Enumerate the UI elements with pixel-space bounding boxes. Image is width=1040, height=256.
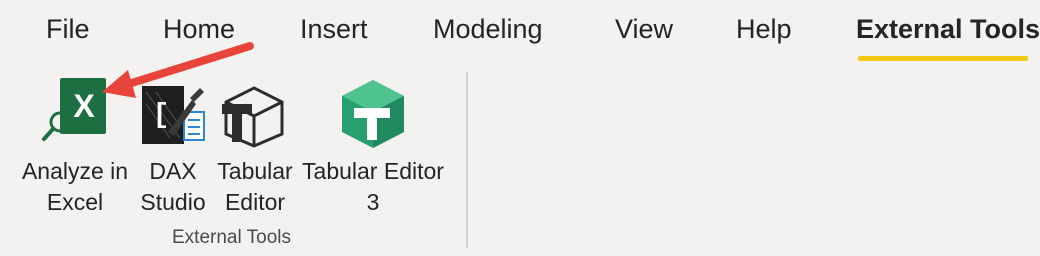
- analyze-in-excel-label: Analyze in Excel: [21, 158, 129, 215]
- tabular-editor-icon: [220, 84, 288, 153]
- tabular-editor-button[interactable]: Tabular Editor: [212, 76, 298, 216]
- tab-external-tools[interactable]: External Tools: [856, 14, 1040, 45]
- tab-view[interactable]: View: [615, 14, 673, 45]
- tab-home[interactable]: Home: [163, 14, 235, 45]
- tabular-editor-label: Tabular Editor: [217, 158, 293, 215]
- svg-text:X: X: [73, 88, 95, 124]
- tab-file[interactable]: File: [46, 14, 90, 45]
- ribbon-group-label: External Tools: [172, 227, 291, 248]
- svg-text:[: [: [153, 100, 170, 131]
- tab-insert[interactable]: Insert: [300, 14, 368, 45]
- tabular-editor-3-button[interactable]: Tabular Editor 3: [298, 76, 448, 216]
- external-tools-ribbon: X Analyze in Excel [ DAX Studio Tabular …: [0, 64, 1040, 256]
- dax-studio-button[interactable]: [ DAX Studio: [136, 76, 210, 216]
- tab-help[interactable]: Help: [736, 14, 792, 45]
- ribbon-tab-bar: File Home Insert Modeling View Help Exte…: [0, 0, 1040, 64]
- dax-studio-icon: [: [140, 82, 208, 153]
- active-tab-underline: [858, 56, 1028, 61]
- dax-studio-label: DAX Studio: [140, 158, 206, 215]
- excel-analyze-icon: X: [40, 76, 108, 151]
- analyze-in-excel-button[interactable]: X Analyze in Excel: [14, 76, 136, 216]
- tab-modeling[interactable]: Modeling: [433, 14, 543, 45]
- tabular-editor-3-icon: [340, 78, 406, 155]
- group-separator: [466, 72, 468, 248]
- tabular-editor-3-label: Tabular Editor 3: [302, 158, 444, 215]
